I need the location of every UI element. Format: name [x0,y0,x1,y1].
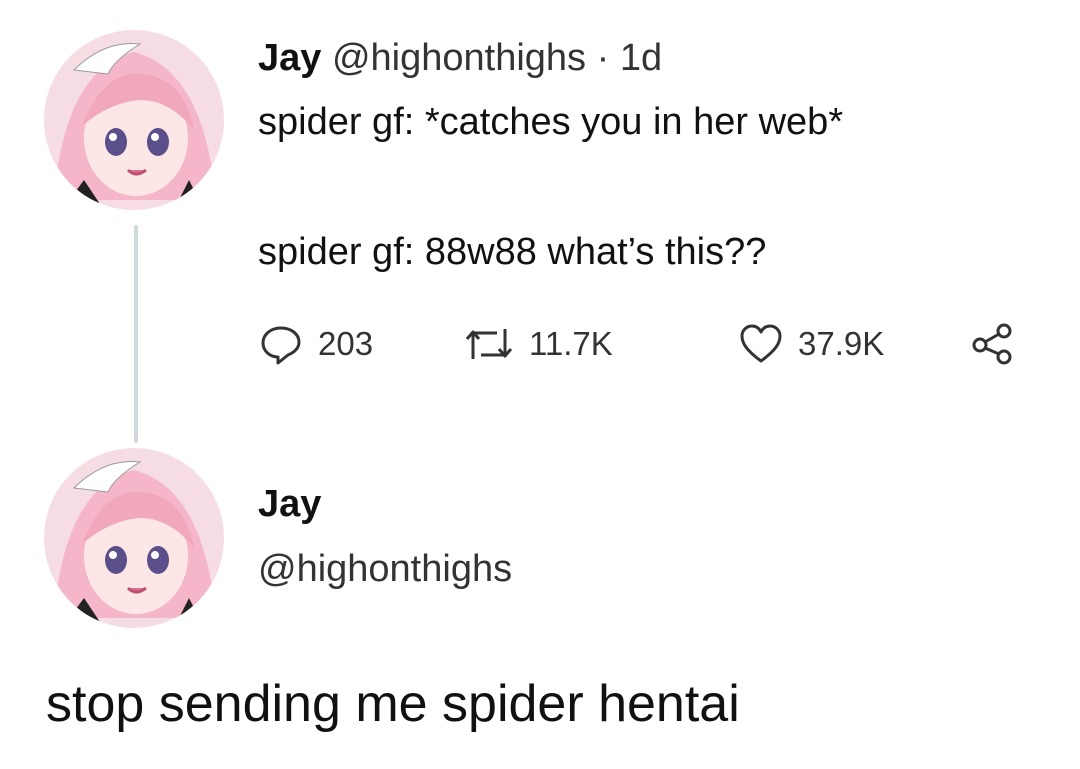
thread-connector-line [134,225,138,443]
reply-author-handle[interactable]: @highonthighs [258,545,512,593]
heart-icon [740,324,782,363]
tweet-text-line-2: spider gf: 88w88 what’s this?? [258,231,767,273]
reply-count: 203 [318,325,374,362]
reply-bubble-icon [261,326,301,365]
share-icon [972,323,1012,365]
reply-avatar[interactable] [44,448,224,628]
tweet-text-line-1: spider gf: *catches you in her web* [258,101,844,143]
avatar[interactable] [44,30,224,210]
header-separator: · [596,37,610,79]
retweet-count: 11.7K [529,325,613,362]
retweet-icon [465,329,513,359]
reply-author-name[interactable]: Jay [258,480,321,528]
reply-text: stop sending me spider hentai [46,675,740,733]
reply-button[interactable]: 203 [258,318,373,370]
tweet-header: Jay @highonthighs · 1d [258,34,662,82]
avatar-image [44,30,224,210]
share-button[interactable] [970,318,1016,370]
author-handle[interactable]: @highonthighs [332,37,586,79]
tweet-timestamp[interactable]: 1d [620,37,662,79]
like-button[interactable]: 37.9K [738,318,884,370]
avatar-image [44,448,224,628]
retweet-button[interactable]: 11.7K [463,318,613,370]
author-name[interactable]: Jay [258,37,321,79]
like-count: 37.9K [798,325,885,362]
